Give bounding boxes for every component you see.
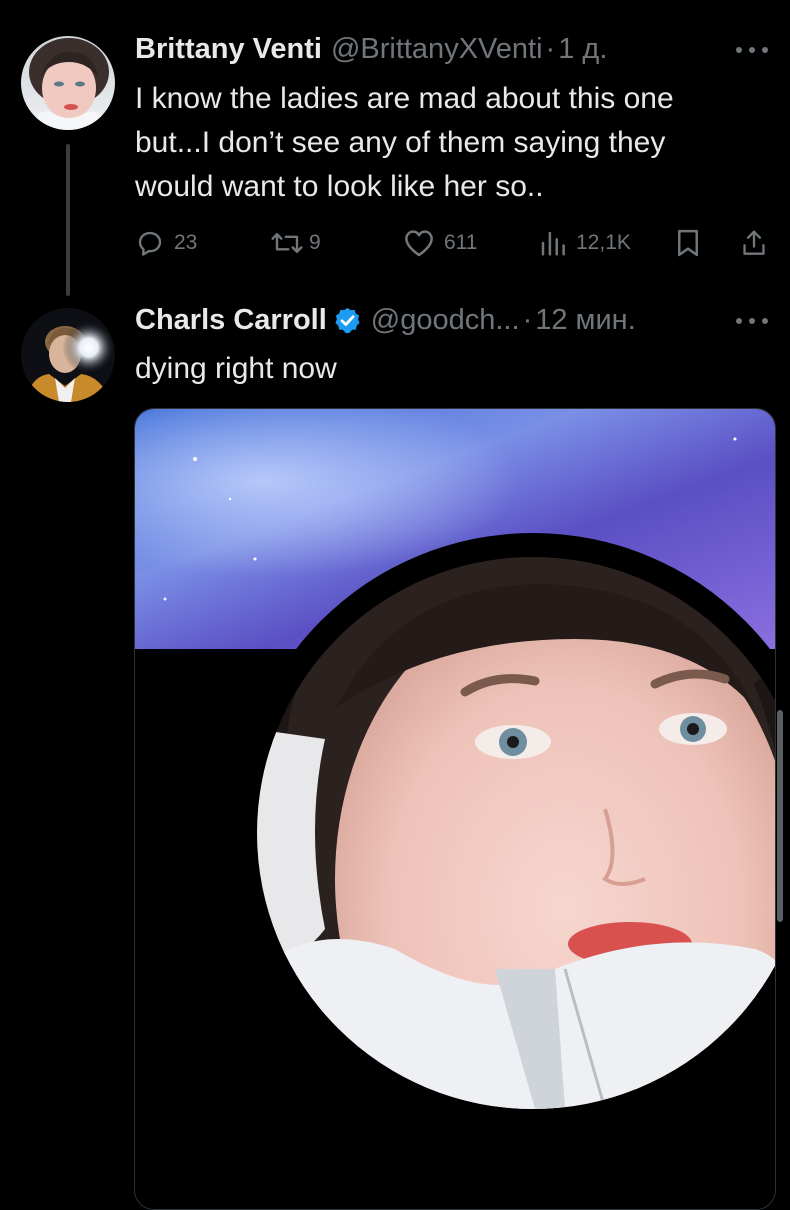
more-options-button[interactable] <box>736 311 768 331</box>
verified-badge-icon <box>333 306 362 335</box>
retweet-count: 9 <box>309 231 321 254</box>
author-name[interactable]: Charls Carroll <box>135 304 327 337</box>
retweet-button[interactable]: 9 <box>269 228 321 258</box>
reply-icon <box>135 228 165 258</box>
more-dot-icon <box>749 318 755 324</box>
scrollbar-thumb[interactable] <box>777 710 783 922</box>
author-handle[interactable]: @BrittanyXVenti <box>331 33 543 66</box>
timestamp[interactable]: 1 д. <box>558 33 607 66</box>
views-icon <box>539 228 567 258</box>
separator-dot: · <box>545 32 556 65</box>
tweet-text-line: would want to look like her so.. <box>135 170 544 203</box>
more-dot-icon <box>762 47 768 53</box>
avatar-charls[interactable] <box>21 308 115 402</box>
like-count: 611 <box>444 231 478 254</box>
retweet-icon <box>269 228 305 258</box>
tweet-text-line: but...I don’t see any of them saying the… <box>135 126 666 159</box>
more-options-button[interactable] <box>736 40 768 60</box>
reply-count: 23 <box>174 231 198 254</box>
author-name[interactable]: Brittany Venti <box>135 33 322 66</box>
more-dot-icon <box>749 47 755 53</box>
heart-icon <box>403 228 435 258</box>
tweet-text: I know the ladies are mad about this one… <box>135 77 775 209</box>
avatar-brittany[interactable] <box>21 36 115 130</box>
more-dot-icon <box>736 318 742 324</box>
tweet-text-line: I know the ladies are mad about this one <box>135 82 674 115</box>
share-button[interactable] <box>741 228 767 258</box>
attached-photo[interactable] <box>134 408 776 1210</box>
separator-dot: · <box>522 303 533 336</box>
tweet-text: dying right now <box>135 347 775 391</box>
bookmark-button[interactable] <box>675 228 701 258</box>
tweet-header: Brittany Venti @BrittanyXVenti · 1 д. <box>135 32 607 66</box>
like-button[interactable]: 611 <box>403 228 477 258</box>
views-count: 12,1K <box>576 231 631 254</box>
bookmark-icon <box>675 228 701 258</box>
reply-button[interactable]: 23 <box>135 228 197 258</box>
tweet-action-bar: 23 9 611 12,1K <box>135 228 775 258</box>
more-dot-icon <box>736 47 742 53</box>
author-handle[interactable]: @goodch... <box>371 304 520 337</box>
more-dot-icon <box>762 318 768 324</box>
timestamp[interactable]: 12 мин. <box>535 304 636 337</box>
tweet-text-line: dying right now <box>135 352 337 385</box>
tweet-brittany[interactable]: Brittany Venti @BrittanyXVenti · 1 д. I … <box>0 0 790 290</box>
views-button[interactable]: 12,1K <box>539 228 631 258</box>
tweet-header: Charls Carroll @goodch... · 12 мин. <box>135 303 636 337</box>
share-icon <box>741 228 767 258</box>
